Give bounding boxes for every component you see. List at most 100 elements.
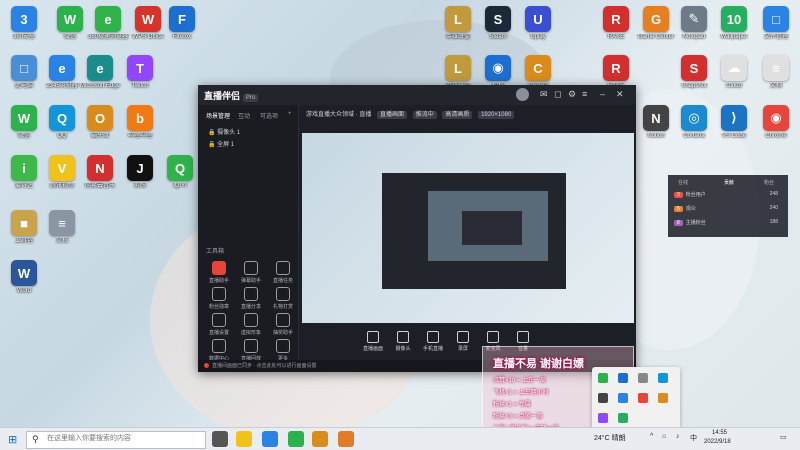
desktop-icon[interactable]: S Steam bbox=[476, 6, 520, 41]
windows-start-icon[interactable]: ⊞ bbox=[8, 433, 17, 446]
tray-app-icon[interactable] bbox=[598, 373, 608, 383]
tray-app-icon[interactable] bbox=[598, 393, 608, 403]
desktop-icon[interactable]: R RAKE bbox=[594, 6, 638, 41]
tool-button[interactable]: 直播设置 bbox=[204, 313, 234, 336]
app-icon: ✎ bbox=[681, 6, 707, 32]
desktop-icon[interactable]: T Twitch bbox=[118, 55, 162, 90]
desktop-icon[interactable]: W Word bbox=[2, 260, 46, 295]
add-scene-icon[interactable]: + bbox=[288, 111, 292, 117]
desktop-icon[interactable]: S Snapshot bbox=[672, 55, 716, 90]
audience-row[interactable]: 8 主播粉丝 188 bbox=[674, 219, 782, 229]
tools-title: 工具箱 bbox=[206, 249, 225, 255]
tray-app-icon[interactable] bbox=[618, 393, 628, 403]
search-icon: ⚲ bbox=[32, 434, 39, 444]
desktop-icon[interactable]: U Uplay bbox=[516, 6, 560, 41]
desktop-icon[interactable]: b 哔哩哔哩 bbox=[118, 105, 162, 140]
weather-indicator[interactable]: 24°C 晴朗 bbox=[594, 433, 626, 443]
tray-app-icon[interactable] bbox=[658, 393, 668, 403]
desktop-icon[interactable]: F Firefox bbox=[160, 6, 204, 41]
desktop-icon[interactable]: N 网易云音乐 bbox=[78, 155, 122, 190]
volume-icon[interactable]: ♪ bbox=[676, 433, 680, 440]
panel-tab[interactable]: 粉丝 bbox=[764, 179, 774, 186]
minimize-icon[interactable]: – bbox=[600, 89, 605, 99]
clock-date[interactable]: 2022/9/18 bbox=[704, 439, 731, 445]
desktop-icon[interactable]: O 猫头鹰 bbox=[78, 105, 122, 140]
ime-indicator[interactable]: 中 bbox=[690, 433, 697, 443]
wechat-icon[interactable] bbox=[288, 431, 304, 447]
desktop-icon[interactable]: ✎ Notepad bbox=[672, 6, 716, 41]
streaming-app-icon[interactable] bbox=[338, 431, 354, 447]
tab-options[interactable]: 可选项 bbox=[260, 111, 278, 120]
tab-scene[interactable]: 场景管理 bbox=[206, 111, 230, 120]
tool-button[interactable]: 直播回放 bbox=[236, 339, 266, 362]
audience-row[interactable]: 3 粉丝用户 248 bbox=[674, 191, 782, 201]
preview-tag: 高清画质 bbox=[442, 111, 473, 119]
tray-app-icon[interactable] bbox=[658, 373, 668, 383]
desktop-icon-label: 文件管理 bbox=[763, 34, 788, 40]
task-view-icon[interactable] bbox=[212, 431, 228, 447]
search-input[interactable] bbox=[45, 434, 199, 443]
tab-interact[interactable]: 互动 bbox=[238, 111, 250, 120]
desktop-icon[interactable]: QiQIYI bbox=[158, 155, 202, 190]
tool-button[interactable]: 更多 bbox=[268, 339, 298, 362]
scene-button[interactable]: 直播画面 bbox=[358, 331, 388, 352]
desktop-icon[interactable]: ≡ 文档 bbox=[40, 210, 84, 245]
tool-button[interactable]: 直播助手 bbox=[204, 261, 234, 284]
desktop-icon[interactable]: 3 360安全 bbox=[2, 6, 46, 41]
tool-button[interactable]: 直播分享 bbox=[236, 287, 266, 310]
app-icon: b bbox=[127, 105, 153, 131]
notification-icon[interactable]: ▭ bbox=[780, 433, 787, 441]
tray-app-icon[interactable] bbox=[618, 373, 628, 383]
desktop-icon[interactable]: ◉ Chrome bbox=[754, 105, 798, 140]
desktop-icon[interactable]: ◎ Cortana bbox=[672, 105, 716, 140]
tray-app-icon[interactable] bbox=[638, 393, 648, 403]
app-icon: L bbox=[445, 6, 471, 32]
streaming-app-window[interactable]: 直播伴侣 Pro ✉ ◻ ⚙ ≡ – ✕ 场景管理 互动 可选项 + 🔒 摄像头 … bbox=[198, 85, 636, 372]
app-icon: R bbox=[603, 6, 629, 32]
network-icon[interactable]: ⌂ bbox=[662, 433, 666, 440]
scene-item[interactable]: 🔒 全屏 1 bbox=[208, 139, 234, 148]
audience-count: 240 bbox=[769, 205, 778, 211]
desktop-icon[interactable]: L 英雄联盟 bbox=[436, 6, 480, 41]
tool-button[interactable]: 直播任务 bbox=[268, 261, 298, 284]
browser-icon[interactable] bbox=[262, 431, 278, 447]
tool-button[interactable]: 礼物打赏 bbox=[268, 287, 298, 310]
panel-tab[interactable]: 贡献 bbox=[724, 179, 734, 186]
clock-time[interactable]: 14:55 bbox=[712, 430, 727, 436]
scene-item[interactable]: 🔒 摄像头 1 bbox=[208, 127, 240, 136]
desktop-icon[interactable]: 10 Wallpaper bbox=[712, 6, 756, 41]
record-button[interactable]: 录屏 bbox=[448, 331, 478, 352]
gift-icon[interactable]: ◻ bbox=[554, 89, 561, 100]
desktop-icon[interactable]: J 剪映 bbox=[118, 155, 162, 190]
tray-app-icon[interactable] bbox=[598, 413, 608, 423]
desktop-icon[interactable]: □ 文件管理 bbox=[754, 6, 798, 41]
panel-tab[interactable]: 在线 bbox=[678, 179, 688, 186]
tool-button[interactable]: 虚拟形象 bbox=[236, 313, 266, 336]
tray-app-icon[interactable] bbox=[638, 373, 648, 383]
tray-app-icon[interactable] bbox=[618, 413, 628, 423]
close-icon[interactable]: ✕ bbox=[616, 89, 624, 100]
tool-button[interactable]: 数据中心 bbox=[204, 339, 234, 362]
desktop-icon[interactable]: e 360极速浏览器 bbox=[86, 6, 130, 41]
desktop-icon[interactable]: e Microsoft Edge bbox=[78, 55, 122, 90]
settings-icon[interactable]: ⚙ bbox=[568, 89, 576, 100]
desktop-icon[interactable]: ⟩ VS Code bbox=[712, 105, 756, 140]
desktop-icon[interactable]: ≡ 文档 bbox=[754, 55, 798, 90]
stream-preview[interactable] bbox=[302, 133, 634, 323]
camera-button[interactable]: 摄像头 bbox=[388, 331, 418, 352]
taskbar-search[interactable]: ⚲ bbox=[26, 431, 206, 449]
tool-button[interactable]: 粉丝勋章 bbox=[204, 287, 234, 310]
mail-icon[interactable]: ✉ bbox=[540, 89, 548, 100]
audience-row[interactable]: 5 观众 240 bbox=[674, 205, 782, 215]
tray-chevron-icon[interactable]: ^ bbox=[650, 433, 653, 440]
avatar[interactable] bbox=[516, 88, 529, 101]
app-icon: N bbox=[643, 105, 669, 131]
desktop-icon[interactable]: ☁ Cloud bbox=[712, 55, 756, 90]
app-icon[interactable] bbox=[312, 431, 328, 447]
tool-button[interactable]: 弹幕助手 bbox=[236, 261, 266, 284]
tool-button[interactable]: 抽奖助手 bbox=[268, 313, 298, 336]
mobile-button[interactable]: 手机直播 bbox=[418, 331, 448, 352]
menu-icon[interactable]: ≡ bbox=[582, 89, 587, 99]
file-explorer-icon[interactable] bbox=[236, 431, 252, 447]
window-titlebar[interactable]: 直播伴侣 Pro ✉ ◻ ⚙ ≡ – ✕ bbox=[198, 85, 636, 105]
